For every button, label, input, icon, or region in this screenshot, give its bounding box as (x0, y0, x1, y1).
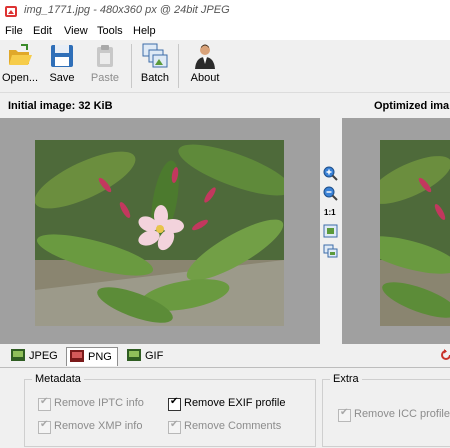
zoom-in-icon[interactable] (323, 166, 338, 181)
initial-image-panel[interactable] (0, 118, 320, 344)
gif-file-icon (127, 349, 141, 361)
tab-jpeg-label: JPEG (29, 350, 58, 362)
batch-label: Batch (140, 72, 170, 84)
app-logo-icon (5, 6, 17, 17)
menu-help[interactable]: Help (133, 25, 156, 37)
initial-size-text: Initial image: 32 KiB (8, 100, 113, 112)
metadata-legend: Metadata (35, 373, 81, 385)
menu-tools[interactable]: Tools (97, 25, 123, 37)
paste-label: Paste (90, 72, 120, 84)
checkbox-box: ✔ (38, 396, 51, 411)
extra-legend: Extra (333, 373, 359, 385)
checkbox-box: ✔ (38, 419, 51, 434)
initial-size-label: Initial image: (8, 100, 76, 112)
save-label: Save (49, 72, 75, 84)
zoom-actual-size-button[interactable]: 1:1 (324, 208, 336, 217)
open-button[interactable]: Open... (0, 42, 40, 90)
initial-image-preview (35, 140, 284, 326)
remove-exif-label: Remove EXIF profile (184, 397, 286, 409)
optimized-image-panel[interactable] (342, 118, 450, 344)
zoom-controls: 1:1 (320, 118, 342, 344)
folder-open-icon (9, 44, 32, 65)
remove-xmp-label: Remove XMP info (54, 420, 143, 432)
batch-button[interactable]: Batch (138, 42, 172, 90)
fit-window-icon[interactable] (323, 224, 338, 238)
toolbar: Open... Save Paste Batch About (0, 40, 450, 93)
format-tab-bar: JPEG PNG GIF (0, 345, 450, 368)
menu-view[interactable]: View (64, 25, 88, 37)
png-file-icon (70, 350, 84, 362)
tab-gif-label: GIF (145, 350, 164, 362)
paste-button[interactable]: Paste (88, 42, 122, 90)
reset-icon[interactable] (440, 349, 450, 361)
remove-iptc-label: Remove IPTC info (54, 397, 144, 409)
about-button[interactable]: About (186, 42, 224, 90)
clipboard-icon (97, 45, 113, 67)
checkbox-box: ✔ (168, 396, 181, 411)
batch-images-icon (142, 43, 168, 68)
checkbox-box: ✔ (168, 419, 181, 434)
remove-icc-label: Remove ICC profile (354, 408, 450, 420)
jpeg-file-icon (11, 349, 25, 361)
compare-view-icon[interactable] (323, 244, 338, 258)
person-icon (195, 44, 215, 69)
initial-size-value: 32 KiB (78, 100, 113, 112)
tab-png-label: PNG (88, 351, 112, 363)
zoom-out-icon[interactable] (323, 186, 338, 201)
tab-png[interactable]: PNG (66, 347, 118, 366)
optimized-image-preview (380, 140, 450, 326)
size-bar: Initial image: 32 KiB Optimized ima (0, 94, 450, 118)
save-button[interactable]: Save (46, 42, 78, 90)
floppy-disk-icon (51, 45, 73, 67)
toolbar-separator (178, 44, 179, 88)
tab-gif[interactable]: GIF (124, 347, 170, 365)
tab-jpeg[interactable]: JPEG (8, 347, 58, 365)
menu-bar: File Edit View Tools Help (0, 22, 450, 40)
checkbox-box: ✔ (338, 407, 351, 422)
menu-file[interactable]: File (5, 25, 23, 37)
title-bar: img_1771.jpg - 480x360 px @ 24bit JPEG (0, 0, 450, 22)
optimized-size-label: Optimized ima (374, 100, 450, 112)
open-label: Open... (1, 72, 39, 84)
menu-edit[interactable]: Edit (33, 25, 52, 37)
window-title: img_1771.jpg - 480x360 px @ 24bit JPEG (24, 4, 230, 16)
remove-comments-label: Remove Comments (184, 420, 282, 432)
toolbar-separator (131, 44, 132, 88)
about-label: About (190, 72, 220, 84)
